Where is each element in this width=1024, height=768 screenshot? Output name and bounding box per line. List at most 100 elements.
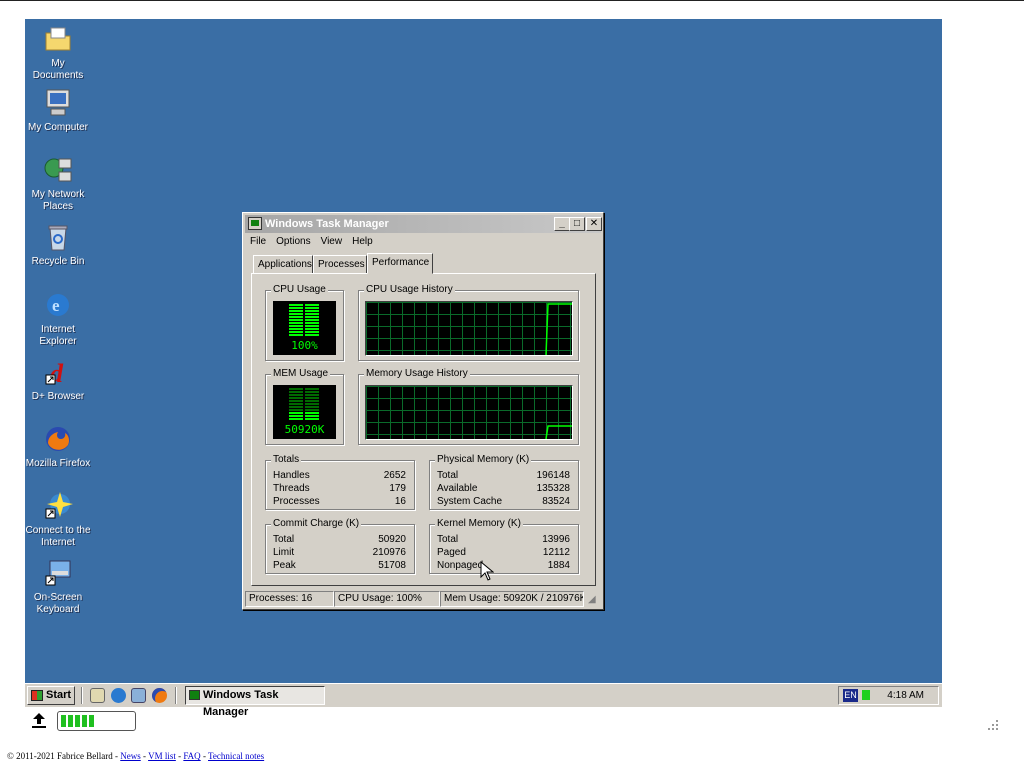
kernel-row: Total 13996 — [437, 533, 570, 546]
kernel-row: Nonpaged 1884 — [437, 559, 570, 572]
stat-value: 1884 — [547, 560, 570, 571]
desktop-icon-on-screen-keyboard[interactable]: On-Screen Keyboard — [25, 557, 91, 616]
memory-history-graph — [365, 385, 573, 440]
start-button[interactable]: Start — [27, 686, 75, 705]
task-manager-window[interactable]: Windows Task Manager _ □ ✕ File Options Vi… — [242, 212, 604, 610]
stat-value: 2652 — [383, 470, 406, 481]
show-desktop-icon[interactable] — [90, 688, 105, 703]
tab-applications[interactable]: Applications — [253, 255, 313, 274]
mem-meter-segment — [305, 394, 319, 396]
cpu-meter-segment — [289, 322, 303, 324]
vm-screen[interactable]: My Documents My Computer My Network Plac… — [25, 19, 942, 706]
clock[interactable]: 4:18 AM — [887, 687, 924, 704]
menu-view[interactable]: View — [316, 235, 348, 248]
folder-documents-icon — [42, 23, 74, 55]
cpu-meter-segment — [305, 325, 319, 327]
memory-history-label: Memory Usage History — [364, 368, 470, 380]
desktop-icon-label: My Computer — [27, 122, 88, 133]
menu-options[interactable]: Options — [271, 235, 315, 248]
commit-charge-group: Commit Charge (K) Total 50920 Limit 210976… — [265, 518, 415, 574]
desktop-icon-my-computer[interactable]: My Computer — [25, 87, 91, 134]
desktop-icon-label: My Documents — [32, 58, 84, 81]
desktop-icon-firefox[interactable]: Mozilla Firefox — [25, 423, 91, 470]
desktop-icon-d-plus-browser[interactable]: d D+ Browser — [25, 356, 91, 403]
vm-control-strip — [30, 711, 140, 731]
mem-meter-segment — [289, 394, 303, 396]
taskbar-task-label: Windows Task Manager — [203, 689, 279, 718]
cpu-meter-segment — [305, 313, 319, 315]
cpu-meter-segment — [305, 304, 319, 306]
cpu-meter-segment — [289, 304, 303, 306]
progress-indicator — [57, 711, 136, 731]
news-link[interactable]: News — [120, 751, 141, 761]
internet-explorer-icon[interactable] — [111, 688, 126, 703]
status-processes: Processes: 16 — [245, 591, 334, 607]
mem-meter-segment — [305, 400, 319, 402]
cpu-meter-segment — [305, 322, 319, 324]
desktop-icon-internet-explorer[interactable]: e Internet Explorer — [25, 289, 91, 348]
mem-usage-label: MEM Usage — [271, 368, 331, 380]
desktop-icon-my-network[interactable]: My Network Places — [25, 154, 91, 213]
totals-row: Threads 179 — [273, 482, 406, 495]
desktop-icon-label: Connect to the Internet — [25, 525, 91, 548]
kernel-memory-group: Kernel Memory (K) Total 13996 Paged 12112 … — [429, 518, 579, 574]
recycle-bin-icon — [42, 221, 74, 253]
resize-grip-icon[interactable] — [987, 719, 999, 731]
vm-list-link[interactable]: VM list — [148, 751, 176, 761]
cpu-usage-group: CPU Usage 100% — [265, 284, 344, 361]
desktop-icon-my-documents[interactable]: My Documents — [25, 23, 91, 82]
page-footer: © 2011-2021 Fabrice Bellard - News - VM … — [7, 751, 265, 761]
progress-segment — [82, 715, 87, 727]
maximize-button[interactable]: □ — [569, 217, 585, 231]
stat-key: System Cache — [437, 496, 503, 507]
keyboard-icon — [42, 557, 74, 589]
title-bar[interactable]: Windows Task Manager _ □ ✕ — [245, 215, 602, 233]
upload-icon[interactable] — [30, 711, 48, 729]
mem-meter-segment — [289, 397, 303, 399]
d-plus-browser-icon: d — [42, 356, 74, 388]
taskbar-task-manager[interactable]: Windows Task Manager — [185, 686, 325, 718]
computer-icon — [42, 87, 74, 119]
technical-notes-link[interactable]: Technical notes — [208, 751, 264, 761]
copyright-text: © 2011-2021 Fabrice Bellard - — [7, 751, 121, 761]
mem-meter-segment — [289, 415, 303, 417]
faq-link[interactable]: FAQ — [183, 751, 200, 761]
stat-key: Peak — [273, 560, 296, 571]
menu-file[interactable]: File — [245, 235, 271, 248]
resize-grip-icon[interactable]: ◢ — [588, 594, 596, 605]
cpu-meter-segment — [289, 328, 303, 330]
close-button[interactable]: ✕ — [586, 217, 602, 231]
minimize-button[interactable]: _ — [554, 217, 570, 231]
physical-row: Total 196148 — [437, 469, 570, 482]
progress-segment — [68, 715, 73, 727]
stat-key: Available — [437, 483, 478, 494]
physical-row: Available 135328 — [437, 482, 570, 495]
desktop-icon-label: Mozilla Firefox — [25, 458, 91, 469]
mem-usage-group: MEM Usage 50920K — [265, 368, 344, 445]
stat-value: 135328 — [536, 483, 570, 494]
desktop-icon-label: Recycle Bin — [31, 256, 85, 267]
tab-processes[interactable]: Processes — [313, 255, 367, 274]
mem-meter-segment — [289, 400, 303, 402]
performance-panel: CPU Usage 100% CPU Usage History MEM Usa… — [251, 273, 596, 586]
menu-help[interactable]: Help — [347, 235, 378, 248]
activity-indicator-icon — [862, 690, 870, 700]
tab-performance[interactable]: Performance — [367, 253, 433, 274]
cpu-meter-segment — [289, 325, 303, 327]
cpu-meter-segment — [289, 331, 303, 333]
network-icon[interactable] — [131, 688, 146, 703]
mem-meter-segment — [305, 415, 319, 417]
status-bar: Processes: 16 CPU Usage: 100% Mem Usage:… — [245, 591, 601, 607]
stat-value: 210976 — [372, 547, 406, 558]
desktop-icon-connect-internet[interactable]: Connect to the Internet — [25, 490, 91, 549]
desktop-icon-label: On-Screen Keyboard — [33, 592, 83, 615]
system-tray: EN 4:18 AM — [838, 686, 939, 705]
firefox-icon[interactable] — [152, 688, 167, 703]
cpu-meter-segment — [289, 310, 303, 312]
stat-key: Limit — [273, 547, 295, 558]
taskbar: Start Windows Task Manager EN 4:18 AM — [25, 683, 942, 718]
desktop-icon-recycle-bin[interactable]: Recycle Bin — [25, 221, 91, 268]
language-indicator[interactable]: EN — [843, 689, 858, 702]
memory-history-group: Memory Usage History — [358, 368, 579, 445]
stat-key: Threads — [273, 483, 310, 494]
